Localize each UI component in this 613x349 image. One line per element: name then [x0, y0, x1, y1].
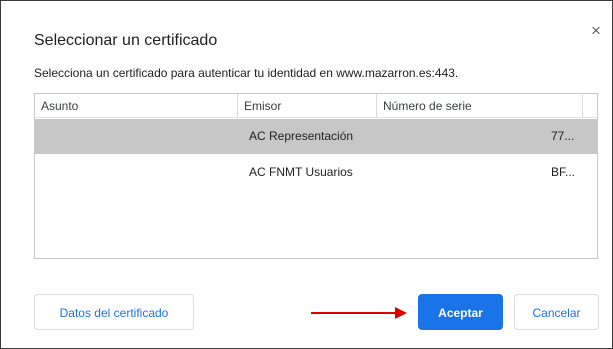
serial-cell: BF... — [551, 165, 576, 179]
certificate-details-button[interactable]: Datos del certificado — [34, 294, 194, 330]
close-button[interactable]: × — [586, 21, 606, 41]
select-certificate-dialog: Seleccionar un certificado × Selecciona … — [1, 1, 612, 348]
column-header-serial[interactable]: Número de serie — [376, 94, 582, 118]
issuer-cell: AC FNMT Usuarios — [249, 165, 353, 179]
table-header: Asunto Emisor Número de serie — [35, 94, 597, 118]
cancel-button[interactable]: Cancelar — [514, 294, 599, 330]
dialog-subtitle: Selecciona un certificado para autentica… — [34, 66, 459, 80]
screenshot-frame: Seleccionar un certificado × Selecciona … — [0, 0, 613, 349]
column-header-issuer[interactable]: Emisor — [237, 94, 376, 118]
column-header-subject[interactable]: Asunto — [35, 94, 236, 118]
close-icon: × — [591, 21, 601, 40]
issuer-cell: AC Representación — [249, 129, 354, 143]
serial-cell: 77... — [551, 129, 575, 143]
column-header-filler — [582, 94, 597, 118]
table-row[interactable]: AC Representación 77... — [35, 119, 597, 154]
dialog-title: Seleccionar un certificado — [34, 32, 218, 49]
certificate-table: Asunto Emisor Número de serie AC Represe… — [34, 93, 598, 259]
table-row[interactable]: AC FNMT Usuarios BF... — [35, 155, 597, 190]
accept-button[interactable]: Aceptar — [418, 294, 503, 330]
red-arrow-icon — [311, 307, 407, 319]
